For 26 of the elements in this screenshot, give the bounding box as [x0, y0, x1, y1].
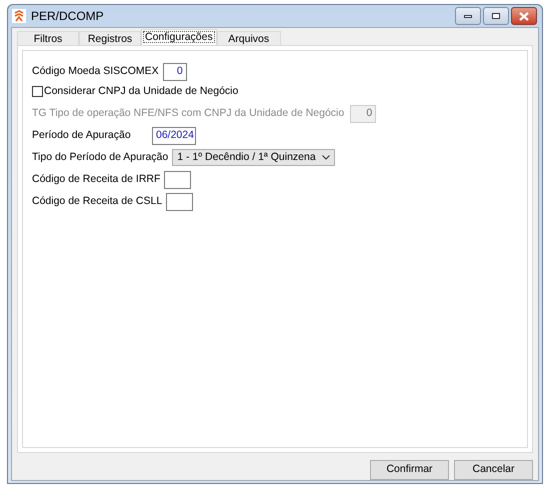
field-label: Código de Receita de IRRF [32, 172, 160, 187]
field-label: TG Tipo de operação NFE/NFS com CNPJ da Unidade de Negócio [32, 106, 344, 121]
tab[interactable]: Configurações [141, 29, 217, 45]
checkbox-label: Considerar CNPJ da Unidade de Negócio [44, 84, 238, 99]
field-label: Período de Apuração [32, 128, 132, 143]
tab[interactable]: Registros [79, 31, 141, 45]
window-title: PER/DCOMP [31, 8, 105, 25]
tab[interactable]: Filtros [17, 31, 79, 45]
field-label: Tipo do Período de Apuração [32, 150, 168, 165]
field-label: Código de Receita de CSLL [32, 194, 162, 209]
close-icon [519, 12, 529, 20]
dialog-button[interactable]: Confirmar [370, 460, 449, 480]
input-field[interactable]: 0 [162, 62, 187, 80]
chevron-down-icon [322, 155, 330, 160]
close-button[interactable] [511, 7, 537, 25]
minimize-button[interactable] [455, 7, 481, 25]
input-field[interactable]: 06/2024 [152, 126, 196, 144]
dropdown[interactable]: 1 - 1º Decêndio / 1ª Quinzena [172, 149, 335, 166]
input-field[interactable] [166, 192, 194, 210]
tab[interactable]: Arquivos [216, 31, 281, 45]
checkbox[interactable] [32, 86, 43, 97]
input-field[interactable] [164, 170, 192, 188]
app-logo-icon [12, 9, 26, 23]
maximize-button[interactable] [483, 7, 509, 25]
field-label: Código Moeda SISCOMEX [32, 64, 159, 79]
dialog-button[interactable]: Cancelar [454, 460, 533, 480]
